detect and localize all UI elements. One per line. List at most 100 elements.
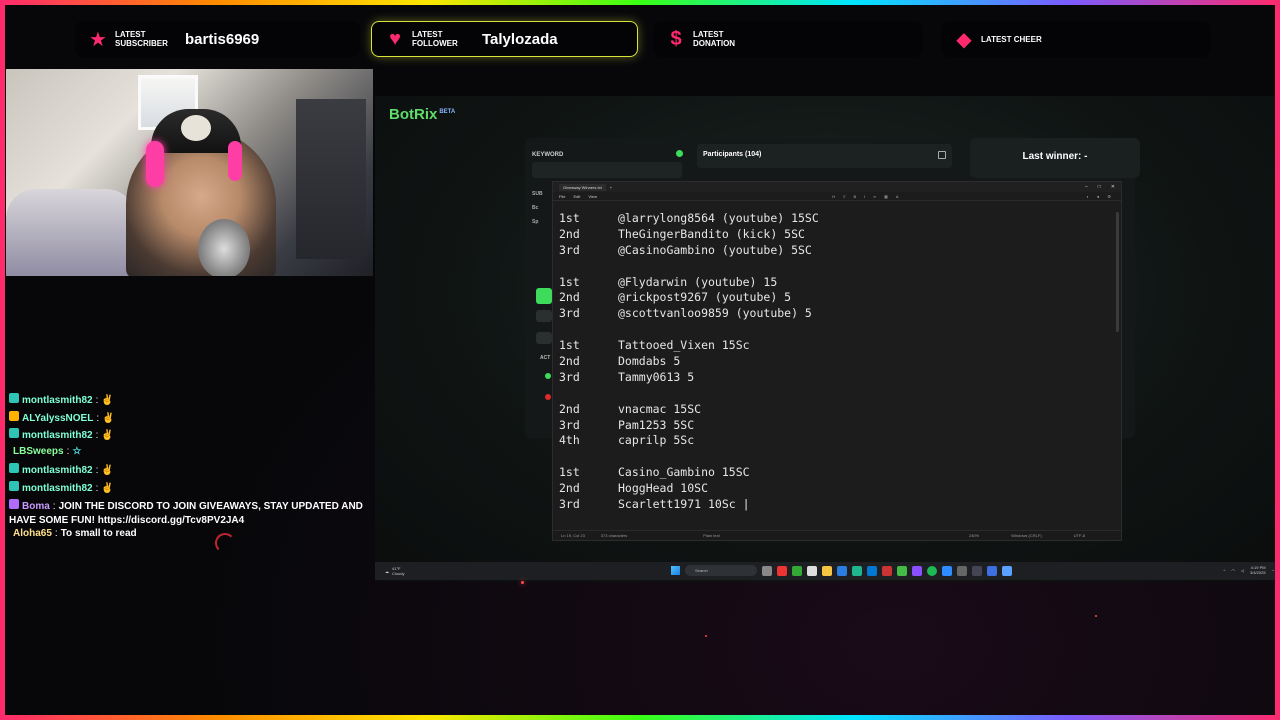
app-icon[interactable] (897, 565, 907, 576)
chat-username: montlasmith82 (22, 430, 93, 442)
spotify-icon[interactable] (927, 565, 937, 576)
window-controls: – □ ✕ (1085, 184, 1115, 190)
copy-icon[interactable] (938, 151, 946, 159)
char-count: 373 characters (600, 533, 628, 538)
start-icon[interactable] (671, 566, 680, 575)
app-icon[interactable] (867, 565, 877, 576)
folder-icon[interactable] (822, 565, 832, 576)
copilot-icon[interactable]: ◐ (1087, 194, 1089, 199)
scrollbar[interactable] (1116, 212, 1119, 332)
badge-icon (9, 393, 19, 403)
edge-icon[interactable] (852, 565, 862, 576)
alert-label: LATEST SUBSCRIBER (115, 30, 168, 48)
heading-icon[interactable]: H (832, 194, 835, 199)
app-icon[interactable] (792, 565, 802, 576)
star-icon: ★ (89, 28, 107, 51)
line-ending: Windows (CRLF) (1011, 533, 1042, 538)
app-icon[interactable] (837, 565, 847, 576)
red-status-icon (545, 394, 551, 400)
maximize-icon[interactable]: □ (1098, 184, 1101, 190)
badge-icon (9, 410, 19, 421)
wifi-icon[interactable]: ◠ (1231, 568, 1235, 573)
text-line: 3rd @scottvanloo9859 (youtube) 5 (559, 306, 812, 321)
stream-overlay: ★ LATEST SUBSCRIBER bartis6969 ♥ LATEST … (5, 5, 1275, 715)
badge-icon (9, 463, 19, 474)
keyword-label: KEYWORD (532, 152, 564, 158)
badge-icon (9, 480, 19, 491)
app-icon[interactable] (912, 565, 922, 576)
new-tab-icon[interactable]: + (610, 185, 612, 190)
glow-particle (215, 533, 235, 553)
weather-widget[interactable]: ☁ 41°F Cloudy (385, 566, 404, 576)
app-icon[interactable] (762, 565, 772, 576)
list-icon[interactable]: ≡ (843, 194, 845, 199)
glow-particle (1095, 615, 1097, 617)
text-line: 4th caprilp 5Sc (559, 433, 695, 448)
app-icon[interactable] (807, 565, 817, 576)
alert-label: LATEST FOLLOWER (412, 30, 458, 48)
notification-icon[interactable]: ◔ (1272, 568, 1274, 573)
chat-username: montlasmith82 (22, 395, 93, 406)
option-button[interactable] (536, 332, 552, 344)
menu-file[interactable]: File (559, 194, 565, 199)
notepad-text-area[interactable]: 1st @larrylong8564 (youtube) 15SC 2nd TheG… (559, 211, 819, 513)
chat-username: Boma (22, 500, 50, 512)
chat-username: LBSweeps (13, 445, 64, 457)
text-line: 3rd Scarlett1971 10Sc | (559, 497, 750, 512)
app-icon[interactable] (987, 565, 997, 576)
text-line (559, 386, 819, 402)
italic-icon[interactable]: I (864, 194, 865, 199)
taskbar-apps: Search (671, 565, 1012, 576)
chat-message: ALYalyssNOEL: ✌ (9, 410, 374, 429)
text-line: 2nd Domdabs 5 (559, 354, 681, 369)
alert-label: LATEST CHEER (981, 34, 1042, 44)
format-mode[interactable]: Plain text (703, 533, 719, 538)
app-icon[interactable] (777, 565, 787, 576)
encoding: UTF-8 (1073, 533, 1085, 538)
chat-message: montlasmith82: ✌ (9, 480, 374, 499)
menu-edit[interactable]: Edit (573, 194, 580, 199)
notepad-window: Giveaway Winners.txt + – □ ✕ File Edit V… (552, 181, 1122, 541)
app-icon[interactable] (942, 565, 952, 576)
chat-message: montlasmith82: ✌ (9, 428, 374, 446)
taskbar-search[interactable]: Search (685, 565, 757, 576)
table-icon[interactable]: ▦ (884, 194, 888, 199)
badge-icon (9, 428, 19, 439)
text-line: 2nd TheGingerBandito (kick) 5SC (559, 226, 805, 241)
badge-icon (9, 498, 19, 509)
app-icon[interactable] (882, 565, 892, 576)
chevron-up-icon[interactable]: ^ (1224, 568, 1226, 573)
chat-username: ALYalyssNOEL (22, 412, 94, 424)
app-icon[interactable] (972, 565, 982, 576)
right-toolbar: ◐ ● ⚙ (1087, 194, 1111, 199)
account-icon[interactable]: ● (1097, 194, 1099, 199)
close-icon[interactable]: ✕ (1111, 184, 1115, 190)
notepad-icon[interactable] (1002, 565, 1012, 576)
zoom-level: 240% (968, 533, 980, 538)
minimize-icon[interactable]: – (1085, 184, 1088, 190)
text-line: 1st Casino_Gambino 15SC (559, 465, 750, 480)
chat-message: LBSweeps: ☆ (13, 445, 82, 457)
app-icon[interactable] (957, 565, 967, 576)
alert-bar: ★ LATEST SUBSCRIBER bartis6969 ♥ LATEST … (75, 17, 1215, 61)
option-button[interactable] (536, 310, 552, 322)
volume-icon[interactable]: ◁ (1241, 568, 1244, 573)
keyword-input[interactable] (532, 162, 682, 178)
weather-desc: Cloudy (392, 571, 405, 576)
link-icon[interactable]: ∞ (873, 194, 876, 199)
last-winner: Last winner: - (970, 138, 1140, 178)
latest-cheer-alert: ◆ LATEST CHEER (941, 21, 1211, 57)
text-line (559, 322, 819, 338)
actions-label: ACT (540, 355, 551, 361)
text-line (559, 449, 819, 465)
start-button[interactable] (536, 288, 552, 304)
settings-icon[interactable]: ⚙ (1107, 194, 1111, 199)
glow-particle (521, 581, 524, 584)
text-line: 3rd Pam1253 5SC (559, 417, 695, 432)
notepad-tab[interactable]: Giveaway Winners.txt (559, 183, 606, 191)
menu-view[interactable]: View (588, 194, 597, 199)
bold-icon[interactable]: B (853, 194, 856, 199)
clock[interactable]: 4:19 PM 3/4/2025 (1250, 565, 1266, 575)
clear-format-icon[interactable]: A (896, 194, 899, 199)
chat-username: Aloha65 (13, 527, 52, 539)
